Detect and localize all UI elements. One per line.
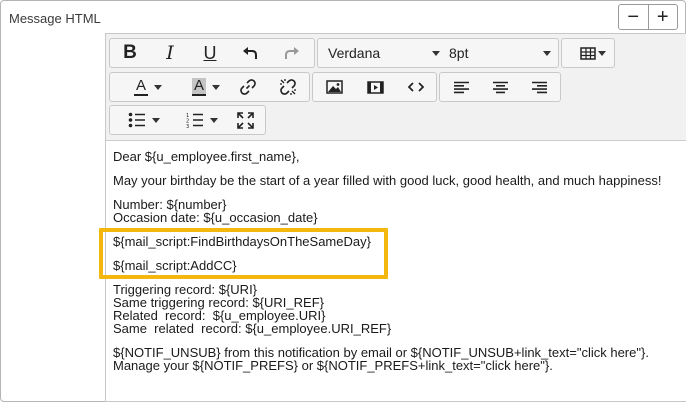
redo-icon[interactable]: [276, 39, 308, 67]
insert-media-group: [312, 72, 437, 102]
italic-button[interactable]: I: [154, 39, 186, 67]
table-group: [561, 38, 615, 68]
rich-text-editor: B I U Verdana 8pt A A 1 2 3 Dear ${u_emp…: [105, 33, 686, 402]
content-line: Occasion date: ${u_occasion_date}: [113, 210, 318, 225]
unlink-icon[interactable]: [272, 73, 304, 101]
font-size-select[interactable]: 8pt: [449, 39, 551, 67]
background-color-icon: A: [191, 77, 206, 96]
font-family-select[interactable]: Verdana: [328, 39, 440, 67]
field-label: Message HTML: [9, 11, 101, 26]
content-line: Manage your ${NOTIF_PREFS} or ${NOTIF_PR…: [113, 358, 553, 373]
align-right-icon[interactable]: [521, 73, 557, 101]
chevron-down-icon: [154, 85, 162, 90]
chevron-down-icon: [598, 51, 606, 56]
chevron-down-icon: [543, 51, 551, 56]
list-group: 123: [109, 105, 266, 135]
svg-text:3: 3: [186, 124, 189, 128]
link-icon[interactable]: [232, 73, 264, 101]
expand-editor-button[interactable]: +: [647, 5, 678, 29]
bold-button[interactable]: B: [114, 39, 146, 67]
chevron-down-icon: [152, 118, 160, 123]
font-family-value: Verdana: [328, 45, 381, 61]
content-line: Dear ${u_employee.first_name},: [113, 149, 300, 164]
alignment-group: [439, 72, 561, 102]
numbered-list-button[interactable]: 123: [172, 106, 218, 134]
underline-button[interactable]: U: [194, 39, 226, 67]
editor-size-controls: − +: [618, 4, 678, 30]
content-line: ${mail_script:AddCC}: [113, 258, 237, 273]
table-button[interactable]: [566, 39, 610, 67]
shrink-editor-button[interactable]: −: [619, 5, 648, 29]
chevron-down-icon: [212, 85, 220, 90]
content-line: ${mail_script:FindBirthdaysOnTheSameDay}: [113, 234, 371, 249]
text-color-button[interactable]: A: [116, 73, 166, 101]
content-line: Same related record: ${u_employee.URI_RE…: [113, 321, 392, 336]
fullscreen-icon[interactable]: [228, 106, 262, 134]
color-link-group: A A: [109, 72, 310, 102]
formatting-group: B I U: [109, 38, 315, 68]
undo-icon[interactable]: [234, 39, 266, 67]
table-icon: [580, 46, 596, 60]
bullet-list-icon: [128, 112, 145, 128]
bullet-list-button[interactable]: [114, 106, 160, 134]
editor-toolbar: B I U Verdana 8pt A A 1 2 3: [106, 34, 686, 141]
content-line: May your birthday be the start of a year…: [113, 173, 662, 188]
font-size-value: 8pt: [449, 45, 469, 61]
image-icon[interactable]: [317, 73, 351, 101]
chevron-down-icon: [432, 51, 440, 56]
numbered-list-icon: 123: [186, 113, 203, 128]
align-left-icon[interactable]: [443, 73, 479, 101]
chevron-down-icon: [210, 118, 218, 123]
align-center-icon[interactable]: [482, 73, 518, 101]
text-color-icon: A: [133, 77, 148, 96]
font-group: Verdana 8pt: [317, 38, 559, 68]
background-color-button[interactable]: A: [174, 73, 224, 101]
media-icon[interactable]: [358, 73, 392, 101]
source-code-icon[interactable]: [399, 73, 433, 101]
